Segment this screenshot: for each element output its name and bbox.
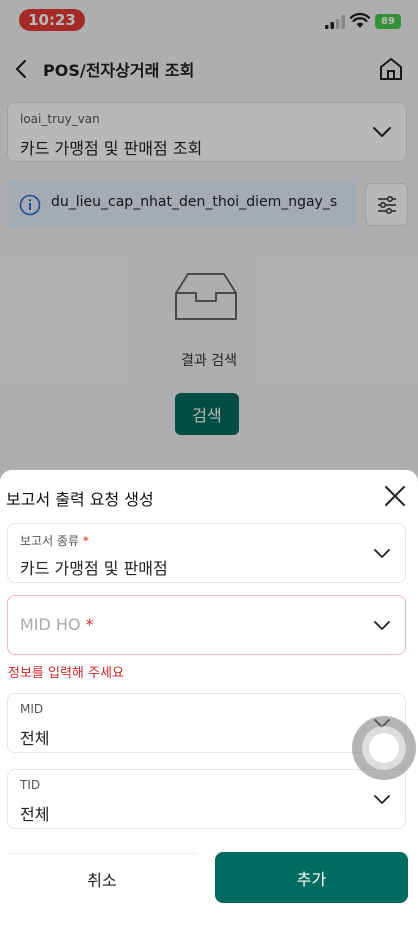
mid-ho-error-message: 정보를 입력해 주세요	[8, 666, 124, 681]
required-mark: *	[85, 615, 94, 634]
chevron-down-icon	[374, 795, 390, 804]
report-type-value: 카드 가맹점 및 판매점	[20, 559, 168, 578]
chevron-down-icon	[374, 549, 390, 558]
close-icon[interactable]	[384, 485, 406, 507]
report-type-label: 보고서 종류 *	[20, 532, 89, 549]
cancel-button[interactable]: 취소	[7, 853, 197, 903]
report-request-sheet: 보고서 출력 요청 생성 보고서 종류 * 카드 가맹점 및 판매점 MID H…	[0, 470, 418, 943]
add-button[interactable]: 추가	[215, 852, 408, 903]
mid-select[interactable]: MID 전체	[7, 693, 406, 753]
tid-value: 전체	[20, 805, 50, 824]
chevron-down-icon	[374, 621, 390, 630]
mid-value: 전체	[20, 729, 50, 748]
mid-ho-placeholder: MID HO *	[20, 615, 94, 634]
report-type-label-text: 보고서 종류	[20, 534, 80, 548]
report-type-select[interactable]: 보고서 종류 * 카드 가맹점 및 판매점	[7, 523, 406, 583]
mid-ho-select[interactable]: MID HO *	[7, 595, 406, 655]
required-mark: *	[82, 534, 89, 548]
assistive-touch-button[interactable]	[352, 716, 416, 780]
tid-label: TID	[20, 778, 41, 792]
mid-label: MID	[20, 702, 44, 716]
mid-ho-placeholder-text: MID HO	[20, 615, 81, 634]
assistive-touch-center	[369, 733, 399, 763]
tid-select[interactable]: TID 전체	[7, 769, 406, 829]
sheet-title: 보고서 출력 요청 생성	[6, 490, 154, 509]
